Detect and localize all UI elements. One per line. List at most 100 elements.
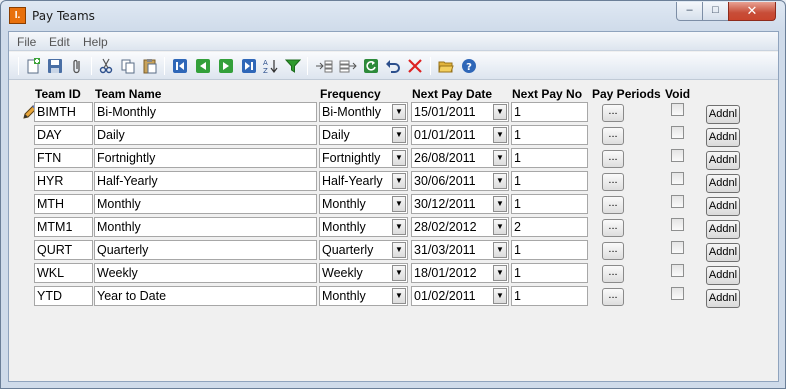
chevron-down-icon[interactable]: ▼	[392, 288, 406, 304]
col-header-pay-periods[interactable]: Pay Periods	[592, 87, 661, 101]
frequency-select[interactable]: Monthly ▼	[319, 194, 408, 214]
next-pay-no-field[interactable]: 1	[511, 148, 588, 168]
next-pay-no-field[interactable]: 1	[511, 194, 588, 214]
addnl-button[interactable]: Addnl	[706, 220, 740, 239]
next-pay-no-field[interactable]: 1	[511, 240, 588, 260]
chevron-down-icon[interactable]: ▼	[392, 242, 406, 258]
first-record-icon[interactable]	[170, 56, 190, 76]
chevron-down-icon[interactable]: ▼	[493, 265, 507, 281]
team-name-field[interactable]: Daily	[94, 125, 317, 145]
team-name-field[interactable]: Fortnightly	[94, 148, 317, 168]
void-checkbox[interactable]	[671, 126, 684, 139]
next-pay-date-picker[interactable]: 28/02/2012 ▼	[411, 217, 509, 237]
frequency-select[interactable]: Half-Yearly ▼	[319, 171, 408, 191]
chevron-down-icon[interactable]: ▼	[392, 196, 406, 212]
next-pay-no-field[interactable]: 1	[511, 286, 588, 306]
chevron-down-icon[interactable]: ▼	[493, 104, 507, 120]
void-checkbox[interactable]	[671, 149, 684, 162]
pay-periods-button[interactable]: ...	[602, 242, 624, 260]
copy-icon[interactable]	[118, 56, 138, 76]
chevron-down-icon[interactable]: ▼	[493, 196, 507, 212]
sort-icon[interactable]: AZ	[261, 56, 281, 76]
next-pay-date-picker[interactable]: 31/03/2011 ▼	[411, 240, 509, 260]
chevron-down-icon[interactable]: ▼	[493, 242, 507, 258]
pay-periods-button[interactable]: ...	[602, 196, 624, 214]
team-id-field[interactable]: MTM1	[34, 217, 93, 237]
chevron-down-icon[interactable]: ▼	[493, 173, 507, 189]
team-name-field[interactable]: Quarterly	[94, 240, 317, 260]
col-header-frequency[interactable]: Frequency	[320, 87, 381, 101]
pay-periods-button[interactable]: ...	[602, 265, 624, 283]
refresh-icon[interactable]	[361, 56, 381, 76]
team-id-field[interactable]: HYR	[34, 171, 93, 191]
addnl-button[interactable]: Addnl	[706, 266, 740, 285]
pay-periods-button[interactable]: ...	[602, 150, 624, 168]
next-pay-date-picker[interactable]: 30/12/2011 ▼	[411, 194, 509, 214]
addnl-button[interactable]: Addnl	[706, 151, 740, 170]
chevron-down-icon[interactable]: ▼	[392, 173, 406, 189]
void-checkbox[interactable]	[671, 287, 684, 300]
cut-icon[interactable]	[96, 56, 116, 76]
frequency-select[interactable]: Quarterly ▼	[319, 240, 408, 260]
team-id-field[interactable]: YTD	[34, 286, 93, 306]
chevron-down-icon[interactable]: ▼	[493, 150, 507, 166]
pay-periods-button[interactable]: ...	[602, 127, 624, 145]
chevron-down-icon[interactable]: ▼	[392, 127, 406, 143]
team-id-field[interactable]: QURT	[34, 240, 93, 260]
next-pay-no-field[interactable]: 2	[511, 217, 588, 237]
team-id-field[interactable]: MTH	[34, 194, 93, 214]
chevron-down-icon[interactable]: ▼	[493, 127, 507, 143]
col-header-team-name[interactable]: Team Name	[95, 87, 161, 101]
chevron-down-icon[interactable]: ▼	[392, 265, 406, 281]
col-header-next-pay-no[interactable]: Next Pay No	[512, 87, 582, 101]
team-name-field[interactable]: Half-Yearly	[94, 171, 317, 191]
next-pay-no-field[interactable]: 1	[511, 263, 588, 283]
team-name-field[interactable]: Year to Date	[94, 286, 317, 306]
addnl-button[interactable]: Addnl	[706, 105, 740, 124]
addnl-button[interactable]: Addnl	[706, 128, 740, 147]
next-pay-no-field[interactable]: 1	[511, 102, 588, 122]
undo-icon[interactable]	[383, 56, 403, 76]
addnl-button[interactable]: Addnl	[706, 174, 740, 193]
next-pay-date-picker[interactable]: 01/02/2011 ▼	[411, 286, 509, 306]
frequency-select[interactable]: Daily ▼	[319, 125, 408, 145]
next-pay-date-picker[interactable]: 26/08/2011 ▼	[411, 148, 509, 168]
delete-icon[interactable]	[405, 56, 425, 76]
team-id-field[interactable]: BIMTH	[34, 102, 93, 122]
col-header-void[interactable]: Void	[665, 87, 690, 101]
team-id-field[interactable]: FTN	[34, 148, 93, 168]
col-header-team-id[interactable]: Team ID	[35, 87, 81, 101]
addnl-button[interactable]: Addnl	[706, 197, 740, 216]
append-row-icon[interactable]	[338, 56, 358, 76]
team-name-field[interactable]: Monthly	[94, 194, 317, 214]
title-bar[interactable]: I. Pay Teams – □ ✕	[1, 1, 785, 31]
pay-periods-button[interactable]: ...	[602, 288, 624, 306]
frequency-select[interactable]: Weekly ▼	[319, 263, 408, 283]
team-id-field[interactable]: DAY	[34, 125, 93, 145]
attach-icon[interactable]	[67, 56, 87, 76]
team-id-field[interactable]: WKL	[34, 263, 93, 283]
pay-periods-button[interactable]: ...	[602, 104, 624, 122]
pay-periods-button[interactable]: ...	[602, 173, 624, 191]
team-name-field[interactable]: Monthly	[94, 217, 317, 237]
void-checkbox[interactable]	[671, 195, 684, 208]
void-checkbox[interactable]	[671, 264, 684, 277]
team-name-field[interactable]: Weekly	[94, 263, 317, 283]
void-checkbox[interactable]	[671, 172, 684, 185]
new-icon[interactable]	[23, 56, 43, 76]
menu-file[interactable]: File	[17, 35, 36, 49]
pay-periods-button[interactable]: ...	[602, 219, 624, 237]
void-checkbox[interactable]	[671, 241, 684, 254]
menu-edit[interactable]: Edit	[49, 35, 70, 49]
last-record-icon[interactable]	[239, 56, 259, 76]
frequency-select[interactable]: Bi-Monthly ▼	[319, 102, 408, 122]
next-pay-no-field[interactable]: 1	[511, 171, 588, 191]
open-folder-icon[interactable]	[436, 56, 456, 76]
chevron-down-icon[interactable]: ▼	[493, 288, 507, 304]
save-icon[interactable]	[45, 56, 65, 76]
minimize-button[interactable]: –	[676, 2, 703, 21]
close-button[interactable]: ✕	[728, 2, 776, 21]
team-name-field[interactable]: Bi-Monthly	[94, 102, 317, 122]
paste-icon[interactable]	[140, 56, 160, 76]
next-pay-date-picker[interactable]: 30/06/2011 ▼	[411, 171, 509, 191]
